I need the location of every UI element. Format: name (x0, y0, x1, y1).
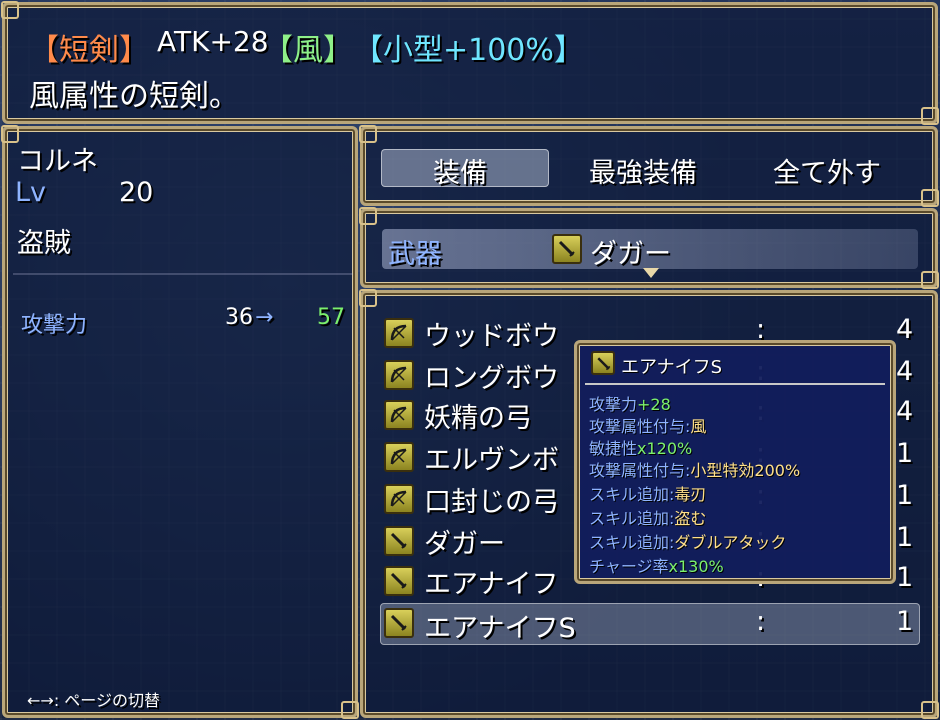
command-clear[interactable]: 全て外す (773, 151, 881, 190)
item-colon: : (756, 606, 766, 637)
item-count: 4 (896, 314, 914, 345)
slot-item-name: ダガー (590, 239, 671, 270)
tooltip-title: エアナイフS (621, 357, 723, 378)
bow-icon (384, 400, 414, 430)
tooltip-line: 攻撃力+28 (589, 395, 671, 414)
actor-level-value: 20 (119, 177, 154, 208)
param-before: 36 (225, 305, 253, 330)
item-type-tag: 【短剣】 (29, 33, 149, 68)
item-name: 妖精の弓 (424, 403, 532, 434)
item-count: 1 (896, 522, 914, 553)
tooltip-line: チャージ率x130% (589, 557, 724, 576)
item-count: 1 (896, 562, 914, 593)
item-description: 風属性の短剣。 (29, 79, 239, 114)
tooltip-line: 攻撃属性付与:風 (589, 417, 707, 436)
param-after: 57 (317, 305, 345, 330)
page-switch-hint: ←→: ページの切替 (27, 691, 160, 710)
tooltip-line: スキル追加:盗む (589, 509, 707, 528)
dagger-icon (384, 566, 414, 596)
status-divider (13, 273, 353, 275)
item-tooltip: エアナイフS 攻撃力+28 攻撃属性付与:風 敏捷性x120% 攻撃属性付与:小… (574, 340, 896, 584)
actor-name: コルネ (17, 146, 98, 177)
dagger-icon (552, 234, 582, 264)
item-atk-text: ATK+28 (157, 25, 269, 58)
dagger-icon (384, 526, 414, 556)
command-optimize[interactable]: 最強装備 (589, 151, 697, 190)
param-label: 攻撃力 (21, 313, 88, 338)
item-name: ダガー (424, 529, 505, 560)
item-name: 口封じの弓 (424, 487, 559, 518)
actor-level-label: Lv (15, 177, 47, 208)
item-count: 1 (896, 480, 914, 511)
item-name: エアナイフS (424, 613, 576, 644)
tooltip-line: スキル追加:毒刃 (589, 485, 707, 504)
tooltip-line: 攻撃属性付与:小型特効200% (589, 461, 801, 480)
item-count: 1 (896, 606, 914, 637)
item-name: ロングボウ (424, 363, 559, 394)
dagger-icon (384, 608, 414, 638)
help-window: 【短剣】 ATK+28 【風】 【小型+100%】 風属性の短剣。 (1, 1, 939, 125)
item-name: ウッドボウ (424, 321, 559, 352)
tooltip-divider (585, 383, 885, 385)
status-window: コルネ Lv 20 盗賊 攻撃力 36 → 57 ←→: ページの切替 (1, 125, 359, 719)
actor-class: 盗賊 (17, 228, 71, 259)
bow-icon (384, 360, 414, 390)
tooltip-line: スキル追加:ダブルアタック (589, 533, 787, 552)
bow-icon (384, 442, 414, 472)
item-count: 4 (896, 356, 914, 387)
command-equip[interactable]: 装備 (433, 151, 487, 190)
command-window: 装備 最強装備 全て外す (359, 125, 939, 207)
item-name: エルヴンボ (424, 445, 559, 476)
tooltip-line: 敏捷性x120% (589, 439, 693, 458)
slot-label[interactable]: 武器 (388, 232, 442, 271)
bow-icon (384, 484, 414, 514)
dagger-icon (591, 351, 615, 375)
item-size-tag: 【小型+100%】 (353, 33, 584, 68)
bow-icon (384, 318, 414, 348)
param-arrow: → (255, 305, 274, 330)
item-name: エアナイフ (424, 569, 559, 600)
item-element-tag: 【風】 (263, 33, 353, 68)
scroll-down-arrow (643, 268, 659, 278)
item-count: 1 (896, 438, 914, 469)
item-count: 4 (896, 396, 914, 427)
